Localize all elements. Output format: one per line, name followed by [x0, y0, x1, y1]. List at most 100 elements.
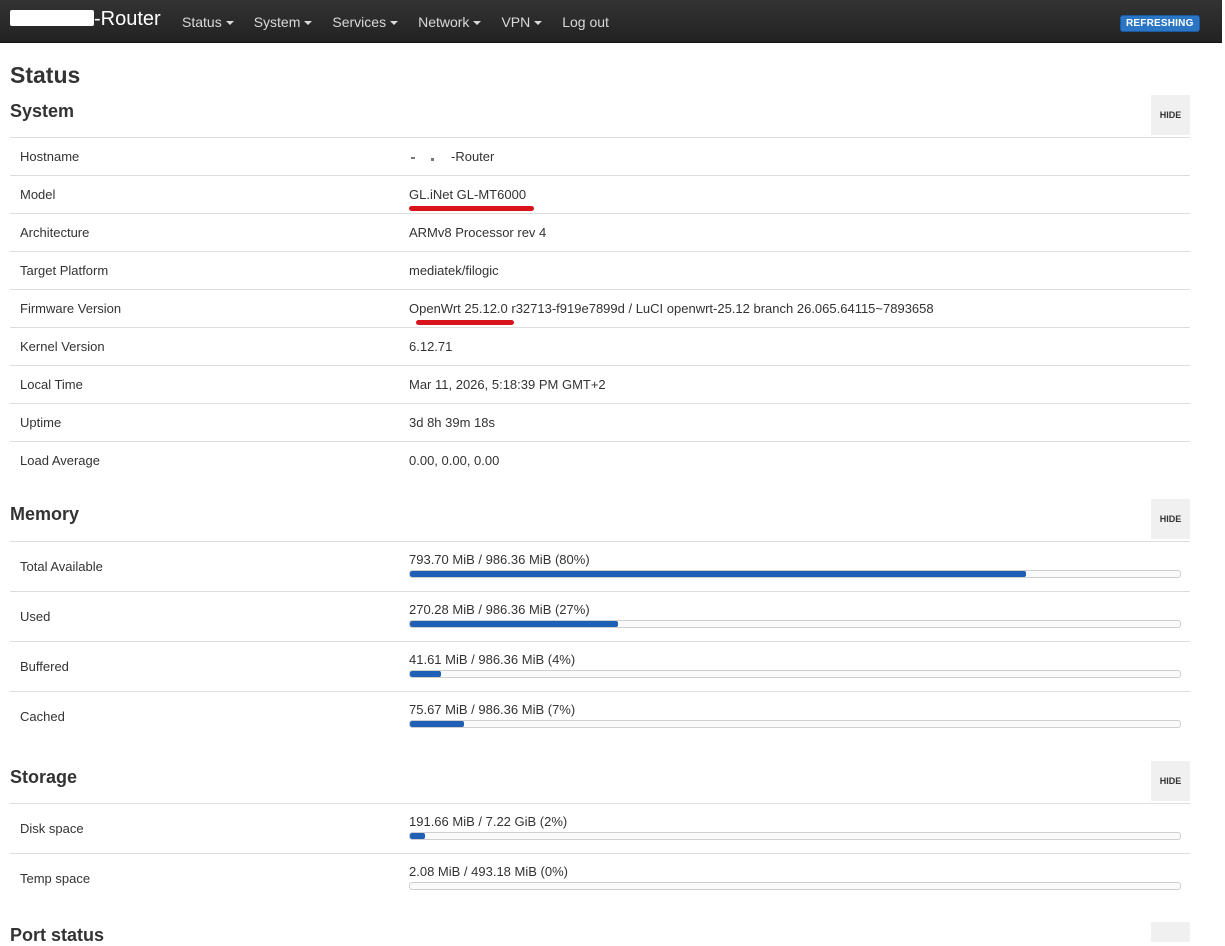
- annotation-underline-model: [409, 206, 534, 211]
- page-title: Status: [10, 62, 81, 88]
- hostname-value: -Router: [409, 149, 494, 164]
- caret-down-icon: [534, 21, 543, 25]
- progress-bar: [409, 670, 1181, 678]
- progress-fill: [410, 571, 1026, 577]
- row-value: 3d 8h 39m 18s: [409, 415, 496, 430]
- menu-services[interactable]: Services: [322, 0, 408, 42]
- menu-services-label: Services: [332, 14, 387, 30]
- progress-text: 191.66 MiB / 7.22 GiB (2%): [409, 814, 568, 829]
- row-label: Architecture: [20, 225, 90, 240]
- progress-cell: 270.28 MiB / 986.36 MiB (27%): [409, 602, 1181, 628]
- row-label: Hostname: [20, 149, 80, 164]
- redacted-hostname: [409, 151, 451, 161]
- caret-down-icon: [473, 21, 482, 25]
- main-menu: Status System Services Network VPN Log o…: [172, 0, 619, 42]
- progress-bar: [409, 882, 1181, 890]
- brand-logo[interactable]: -Router: [10, 8, 161, 31]
- menu-vpn-label: VPN: [501, 14, 531, 30]
- row-label: Total Available: [20, 559, 103, 574]
- memory-hide-button[interactable]: HIDE: [1151, 499, 1190, 539]
- progress-bar: [409, 570, 1181, 578]
- row-value: Mar 11, 2026, 5:18:39 PM GMT+2: [409, 377, 606, 392]
- storage-section-title: Storage: [10, 767, 78, 787]
- progress-bar: [409, 720, 1181, 728]
- menu-system[interactable]: System: [244, 0, 323, 42]
- table-row: Load Average 0.00, 0.00, 0.00: [10, 441, 1190, 479]
- row-label: Temp space: [20, 871, 91, 886]
- progress-fill: [410, 833, 426, 839]
- progress-text: 41.61 MiB / 986.36 MiB (4%): [409, 652, 576, 667]
- progress-fill: [410, 721, 464, 727]
- table-row: Total Available 793.70 MiB / 986.36 MiB …: [10, 541, 1190, 591]
- progress-cell: 41.61 MiB / 986.36 MiB (4%): [409, 652, 1181, 678]
- menu-network[interactable]: Network: [408, 0, 491, 42]
- row-value: 6.12.71: [409, 339, 453, 354]
- table-row: Kernel Version 6.12.71: [10, 327, 1190, 365]
- menu-network-label: Network: [418, 14, 470, 30]
- table-row: Architecture ARMv8 Processor rev 4: [10, 213, 1190, 251]
- row-label: Local Time: [20, 377, 83, 392]
- row-value: OpenWrt 25.12.0 r32713-f919e7899d / LuCI…: [409, 301, 934, 316]
- row-value: mediatek/filogic: [409, 263, 499, 278]
- port-status-section-title: Port status: [10, 925, 105, 945]
- row-label: Disk space: [20, 821, 84, 836]
- table-row: Disk space 191.66 MiB / 7.22 GiB (2%): [10, 803, 1190, 853]
- menu-system-label: System: [253, 14, 301, 30]
- refreshing-badge[interactable]: REFRESHING: [1120, 15, 1200, 32]
- menu-logout-label: Log out: [562, 14, 609, 30]
- progress-bar: [409, 832, 1181, 840]
- table-row: Buffered 41.61 MiB / 986.36 MiB (4%): [10, 641, 1190, 691]
- menu-status[interactable]: Status: [172, 0, 244, 42]
- storage-hide-button[interactable]: HIDE: [1151, 761, 1190, 801]
- progress-cell: 191.66 MiB / 7.22 GiB (2%): [409, 814, 1181, 840]
- brand-name: -Router: [94, 8, 161, 30]
- row-value: 0.00, 0.00, 0.00: [409, 453, 500, 468]
- progress-text: 75.67 MiB / 986.36 MiB (7%): [409, 702, 576, 717]
- progress-bar: [409, 620, 1181, 628]
- row-label: Kernel Version: [20, 339, 105, 354]
- menu-logout[interactable]: Log out: [552, 0, 619, 42]
- progress-fill: [410, 671, 441, 677]
- menu-status-label: Status: [182, 14, 222, 30]
- progress-text: 793.70 MiB / 986.36 MiB (80%): [409, 552, 590, 567]
- progress-text: 270.28 MiB / 986.36 MiB (27%): [409, 602, 590, 617]
- menu-vpn[interactable]: VPN: [491, 0, 552, 42]
- redacted-brand-text: [10, 10, 94, 26]
- row-label: Load Average: [20, 453, 100, 468]
- progress-cell: 75.67 MiB / 986.36 MiB (7%): [409, 702, 1181, 728]
- caret-down-icon: [304, 21, 313, 25]
- system-table: Hostname -Router Model GL.iNet GL-MT6000…: [10, 137, 1190, 479]
- table-row: Model GL.iNet GL-MT6000: [10, 175, 1190, 213]
- progress-cell: 793.70 MiB / 986.36 MiB (80%): [409, 552, 1181, 578]
- progress-text: 2.08 MiB / 493.18 MiB (0%): [409, 864, 568, 879]
- row-label: Used: [20, 609, 51, 624]
- table-row: Uptime 3d 8h 39m 18s: [10, 403, 1190, 441]
- table-row: Hostname -Router: [10, 137, 1190, 175]
- system-section-title: System: [10, 101, 75, 121]
- row-value: ARMv8 Processor rev 4: [409, 225, 547, 240]
- storage-table: Disk space 191.66 MiB / 7.22 GiB (2%) Te…: [10, 803, 1190, 903]
- port-status-hide-button[interactable]: [1151, 922, 1190, 942]
- table-row: Firmware Version OpenWrt 25.12.0 r32713-…: [10, 289, 1190, 327]
- progress-cell: 2.08 MiB / 493.18 MiB (0%): [409, 864, 1181, 890]
- row-label: Buffered: [20, 659, 69, 674]
- row-label: Target Platform: [20, 263, 109, 278]
- progress-fill: [410, 621, 618, 627]
- table-row: Target Platform mediatek/filogic: [10, 251, 1190, 289]
- row-label: Uptime: [20, 415, 62, 430]
- memory-table: Total Available 793.70 MiB / 986.36 MiB …: [10, 541, 1190, 741]
- caret-down-icon: [225, 21, 234, 25]
- row-label: Model: [20, 187, 56, 202]
- row-label: Firmware Version: [20, 301, 122, 316]
- row-value: GL.iNet GL-MT6000: [409, 187, 527, 202]
- system-hide-button[interactable]: HIDE: [1151, 95, 1190, 135]
- row-label: Cached: [20, 709, 65, 724]
- top-navbar: -Router Status System Services Network V…: [0, 0, 1222, 43]
- table-row: Used 270.28 MiB / 986.36 MiB (27%): [10, 591, 1190, 641]
- memory-section-title: Memory: [10, 504, 80, 524]
- table-row: Local Time Mar 11, 2026, 5:18:39 PM GMT+…: [10, 365, 1190, 403]
- caret-down-icon: [390, 21, 399, 25]
- annotation-underline-firmware: [416, 320, 514, 325]
- hostname-suffix: -Router: [451, 149, 495, 164]
- table-row: Cached 75.67 MiB / 986.36 MiB (7%): [10, 691, 1190, 741]
